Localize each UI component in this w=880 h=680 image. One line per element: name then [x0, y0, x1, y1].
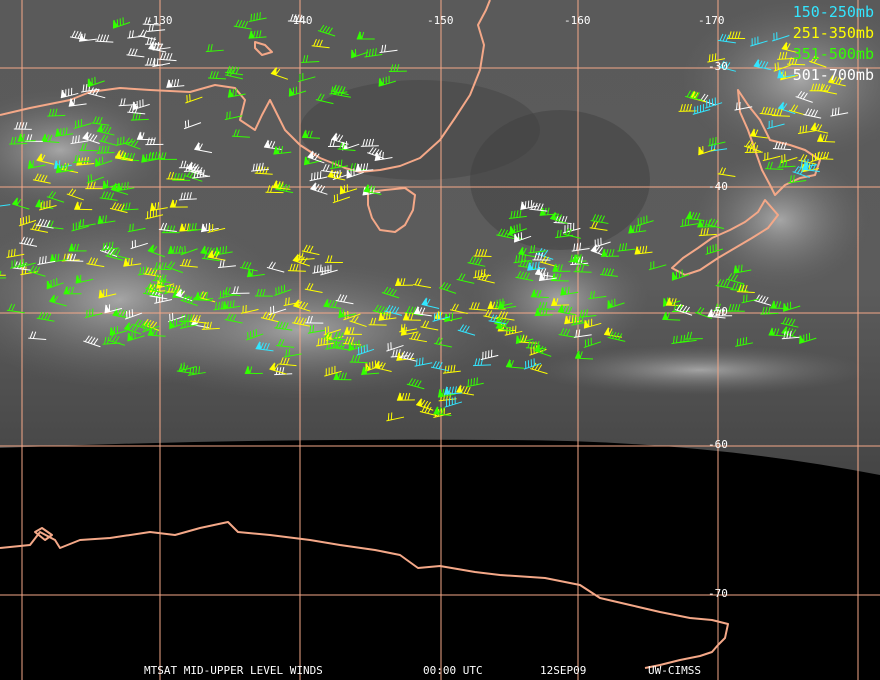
lat-label-70: -70 [708, 587, 728, 600]
lon-label-150: -150 [427, 14, 454, 27]
pressure-legend: 150-250mb 251-350mb 351-500mb 501-700mb [793, 2, 874, 86]
lat-label-30: -30 [708, 60, 728, 73]
lat-label-40: -40 [708, 180, 728, 193]
lat-label-60: -60 [708, 438, 728, 451]
caption-time: 00:00 UTC [423, 664, 483, 677]
image-caption: MTSAT MID-UPPER LEVEL WINDS 00:00 UTC 12… [0, 664, 880, 678]
map-canvas [0, 0, 880, 680]
lon-label-170: -170 [698, 14, 725, 27]
legend-item-150-250: 150-250mb [792, 3, 874, 21]
caption-date: 12SEP09 [540, 664, 587, 677]
legend-item-501-700: 501-700mb [792, 66, 874, 84]
caption-credit: UW-CIMSS [648, 664, 701, 677]
lat-label-50: -50 [708, 305, 728, 318]
legend-item-351-500: 351-500mb [792, 45, 874, 63]
lon-label-140: -140 [286, 14, 313, 27]
legend-item-251-350: 251-350mb [792, 24, 874, 42]
lon-label-160: -160 [564, 14, 591, 27]
satellite-wind-map: -130 -140 -150 -160 -170 -30 -40 -50 -60… [0, 0, 880, 680]
caption-product: MTSAT MID-UPPER LEVEL WINDS [144, 664, 323, 677]
lon-label-130: -130 [146, 14, 173, 27]
